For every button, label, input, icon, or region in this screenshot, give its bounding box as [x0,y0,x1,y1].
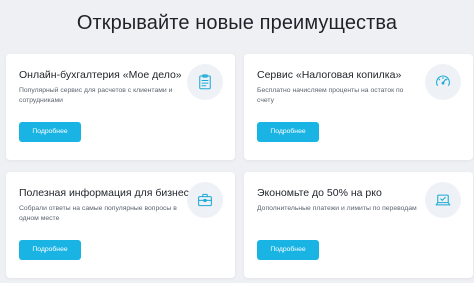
clipboard-icon [187,64,223,100]
more-button[interactable]: Подробнее [257,122,319,142]
card-title: Экономьте до 50% на рко [257,187,382,199]
briefcase-icon [187,182,223,218]
more-button[interactable]: Подробнее [19,122,81,142]
card-description: Популярный сервис для расчетов с клиента… [19,87,173,104]
card-description: Собрали ответы на самые популярные вопро… [19,205,177,222]
page-title: Открывайте новые преимущества [76,12,398,34]
card-description: Дополнительные платежи и лимиты по перев… [257,205,417,212]
card-tax-piggybank: Сервис «Налоговая копилка» Бесплатно нач… [244,54,473,160]
card-title: Онлайн-бухгалтерия «Мое дело» [19,69,182,81]
card-business-info: Полезная информация для бизнеса Собрали … [6,172,235,278]
card-description: Бесплатно начисляем проценты на остаток … [257,87,404,104]
card-online-accounting: Онлайн-бухгалтерия «Мое дело» Популярный… [6,54,235,160]
more-button[interactable]: Подробнее [257,240,319,260]
card-save-rko: Экономьте до 50% на рко Дополнительные п… [244,172,473,278]
card-title: Полезная информация для бизнеса [19,187,195,199]
speedometer-icon [425,64,461,100]
laptop-icon [425,182,461,218]
more-button[interactable]: Подробнее [19,240,81,260]
card-title: Сервис «Налоговая копилка» [257,69,402,81]
